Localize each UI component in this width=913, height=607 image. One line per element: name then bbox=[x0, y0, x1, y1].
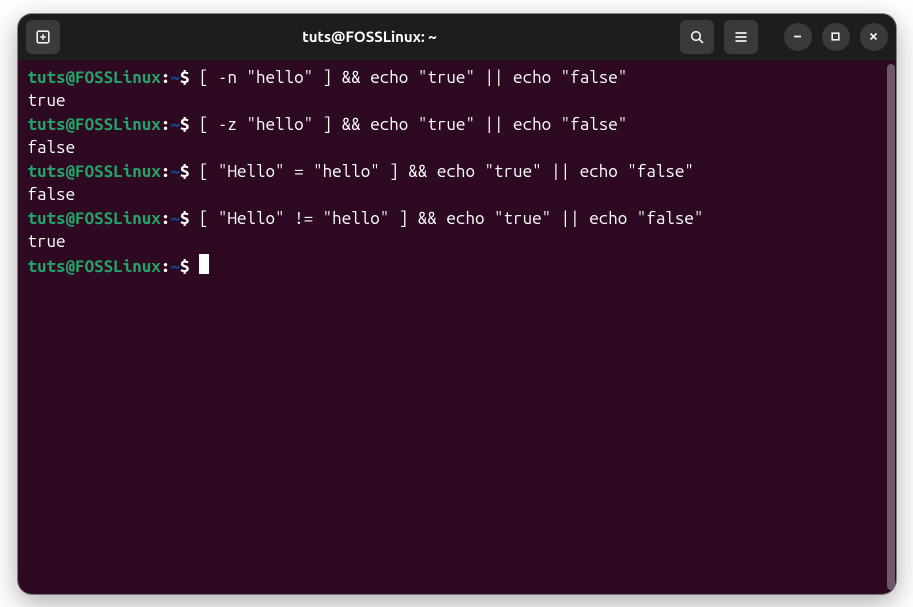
prompt-path: ~ bbox=[170, 115, 180, 134]
prompt-colon: : bbox=[161, 209, 171, 228]
terminal-line: tuts@FOSSLinux:~$ [ "Hello" = "hello" ] … bbox=[28, 160, 876, 184]
prompt-symbol: $ bbox=[180, 115, 199, 134]
prompt-path: ~ bbox=[170, 162, 180, 181]
prompt-symbol: $ bbox=[180, 162, 199, 181]
prompt: tuts@FOSSLinux:~$ bbox=[28, 115, 199, 134]
terminal-line: true bbox=[28, 230, 876, 254]
scrollbar[interactable] bbox=[886, 60, 896, 594]
prompt-user-host: tuts@FOSSLinux bbox=[28, 209, 161, 228]
terminal-line: tuts@FOSSLinux:~$ [ -z "hello" ] && echo… bbox=[28, 113, 876, 137]
output-text: true bbox=[28, 91, 66, 110]
search-button[interactable] bbox=[680, 20, 714, 54]
minimize-button[interactable] bbox=[784, 23, 812, 51]
maximize-icon bbox=[829, 30, 842, 43]
prompt-user-host: tuts@FOSSLinux bbox=[28, 257, 161, 276]
prompt-symbol: $ bbox=[180, 209, 199, 228]
command-text: [ "Hello" = "hello" ] && echo "true" || … bbox=[199, 162, 694, 181]
cursor bbox=[199, 254, 209, 274]
prompt-colon: : bbox=[161, 68, 171, 87]
prompt: tuts@FOSSLinux:~$ bbox=[28, 162, 199, 181]
menu-button[interactable] bbox=[724, 20, 758, 54]
output-text: false bbox=[28, 185, 76, 204]
prompt-user-host: tuts@FOSSLinux bbox=[28, 162, 161, 181]
prompt-symbol: $ bbox=[180, 257, 199, 276]
terminal-line: tuts@FOSSLinux:~$ [ -n "hello" ] && echo… bbox=[28, 66, 876, 90]
command-text: [ "Hello" != "hello" ] && echo "true" ||… bbox=[199, 209, 704, 228]
close-button[interactable] bbox=[860, 23, 888, 51]
search-icon bbox=[689, 29, 705, 45]
scrollbar-thumb[interactable] bbox=[887, 64, 895, 590]
prompt: tuts@FOSSLinux:~$ bbox=[28, 209, 199, 228]
hamburger-icon bbox=[733, 29, 749, 45]
minimize-icon bbox=[791, 30, 804, 43]
titlebar: tuts@FOSSLinux: ~ bbox=[18, 14, 896, 60]
prompt-path: ~ bbox=[170, 68, 180, 87]
prompt: tuts@FOSSLinux:~$ bbox=[28, 257, 199, 276]
new-tab-icon bbox=[35, 29, 51, 45]
terminal-body: tuts@FOSSLinux:~$ [ -n "hello" ] && echo… bbox=[18, 60, 896, 594]
prompt-path: ~ bbox=[170, 209, 180, 228]
maximize-button[interactable] bbox=[822, 23, 850, 51]
command-text: [ -z "hello" ] && echo "true" || echo "f… bbox=[199, 115, 627, 134]
prompt-user-host: tuts@FOSSLinux bbox=[28, 68, 161, 87]
prompt-colon: : bbox=[161, 162, 171, 181]
window-title: tuts@FOSSLinux: ~ bbox=[68, 28, 672, 45]
close-icon bbox=[867, 30, 880, 43]
output-text: true bbox=[28, 232, 66, 251]
output-text: false bbox=[28, 138, 76, 157]
terminal-line: tuts@FOSSLinux:~$ bbox=[28, 254, 876, 279]
prompt-symbol: $ bbox=[180, 68, 199, 87]
terminal-line: true bbox=[28, 89, 876, 113]
new-tab-button[interactable] bbox=[26, 20, 60, 54]
prompt-user-host: tuts@FOSSLinux bbox=[28, 115, 161, 134]
prompt-colon: : bbox=[161, 257, 171, 276]
terminal-output[interactable]: tuts@FOSSLinux:~$ [ -n "hello" ] && echo… bbox=[18, 60, 886, 594]
command-text: [ -n "hello" ] && echo "true" || echo "f… bbox=[199, 68, 627, 87]
terminal-line: tuts@FOSSLinux:~$ [ "Hello" != "hello" ]… bbox=[28, 207, 876, 231]
terminal-window: tuts@FOSSLinux: ~ bbox=[18, 14, 896, 594]
prompt-colon: : bbox=[161, 115, 171, 134]
terminal-line: false bbox=[28, 136, 876, 160]
prompt: tuts@FOSSLinux:~$ bbox=[28, 68, 199, 87]
terminal-line: false bbox=[28, 183, 876, 207]
prompt-path: ~ bbox=[170, 257, 180, 276]
